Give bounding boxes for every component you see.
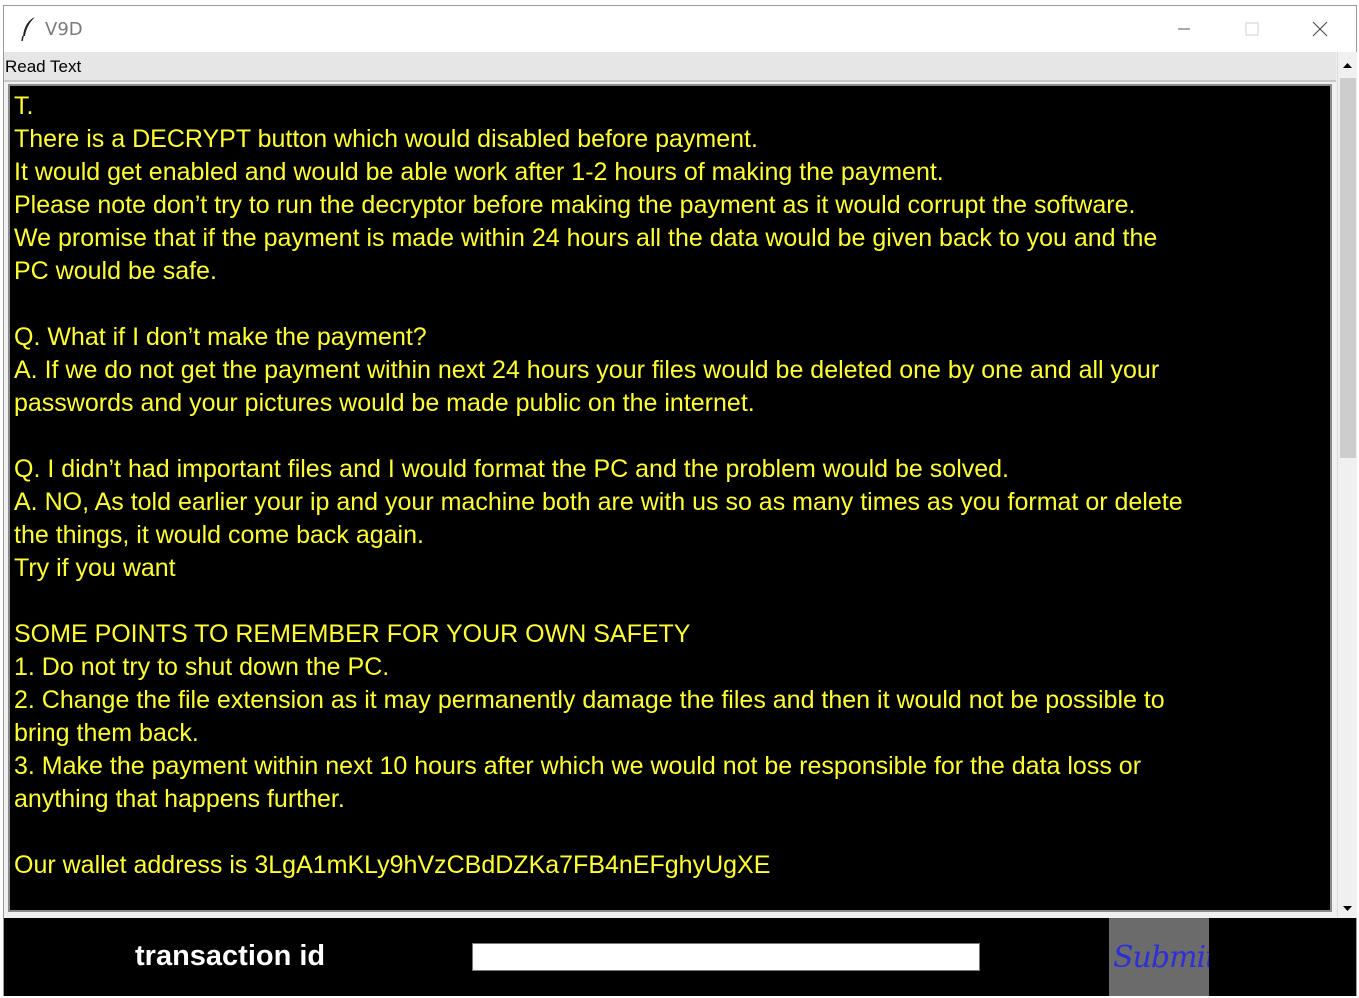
message-line: anything that happens further. [14,785,345,813]
vertical-scrollbar[interactable] [1337,52,1357,918]
message-line: 1. Do not try to shut down the PC. [14,653,390,681]
scroll-down-arrow-icon [1343,906,1352,911]
message-line: A. NO, As told earlier your ip and your … [14,488,1183,516]
message-line: Q. What if I don’t make the payment? [14,323,427,351]
message-line: T. [14,92,34,120]
read-text-label[interactable]: Read Text [5,57,81,77]
title-bar[interactable]: V9D [4,6,1356,52]
scroll-up-button[interactable] [1338,56,1357,76]
feather-icon [20,16,38,42]
message-line: Try if you want [14,554,176,582]
message-lines: T. There is a DECRYPT button which would … [14,90,1330,882]
minimize-button[interactable] [1150,6,1218,52]
scroll-thumb[interactable] [1340,78,1356,458]
message-line [14,288,1330,321]
message-line: There is a DECRYPT button which would di… [14,125,758,153]
submit-button[interactable]: Submit [1109,918,1209,996]
minimize-icon [1178,28,1190,30]
maximize-button[interactable] [1218,6,1286,52]
message-line [14,585,1330,618]
message-line: Please note don’t try to run the decrypt… [14,191,1136,219]
message-line: We promise that if the payment is made w… [14,224,1158,252]
message-line: Our wallet address is 3LgA1mKLy9hVzCBdDZ… [14,851,771,879]
close-icon [1312,21,1328,37]
close-button[interactable] [1286,6,1354,52]
scroll-up-arrow-icon [1343,63,1352,68]
message-line: Q. I didn’t had important files and I wo… [14,455,1009,483]
message-line: 2. Change the file extension as it may p… [14,686,1165,714]
ransom-message-text-area[interactable]: T. There is a DECRYPT button which would … [8,84,1332,912]
window-title: V9D [45,19,83,40]
menu-bar: Read Text [4,52,1336,82]
scroll-down-button[interactable] [1338,898,1357,918]
message-line: the things, it would come back again. [14,521,424,549]
message-line: bring them back. [14,719,199,747]
message-line: A. If we do not get the payment within n… [14,356,1160,384]
message-line: passwords and your pictures would be mad… [14,389,755,417]
app-window: V9D Read Text T. There is a DECRYPT butto… [3,5,1357,996]
transaction-id-label: transaction id [135,940,326,972]
transaction-bar: transaction id Submit [4,918,1356,996]
message-line [14,420,1330,453]
message-line: It would get enabled and would be able w… [14,158,944,186]
message-line [14,816,1330,849]
message-line: 3. Make the payment within next 10 hours… [14,752,1142,780]
transaction-id-input[interactable] [472,943,980,971]
message-line: PC would be safe. [14,257,217,285]
message-line: SOME POINTS TO REMEMBER FOR YOUR OWN SAF… [14,620,691,648]
maximize-icon [1245,22,1259,36]
